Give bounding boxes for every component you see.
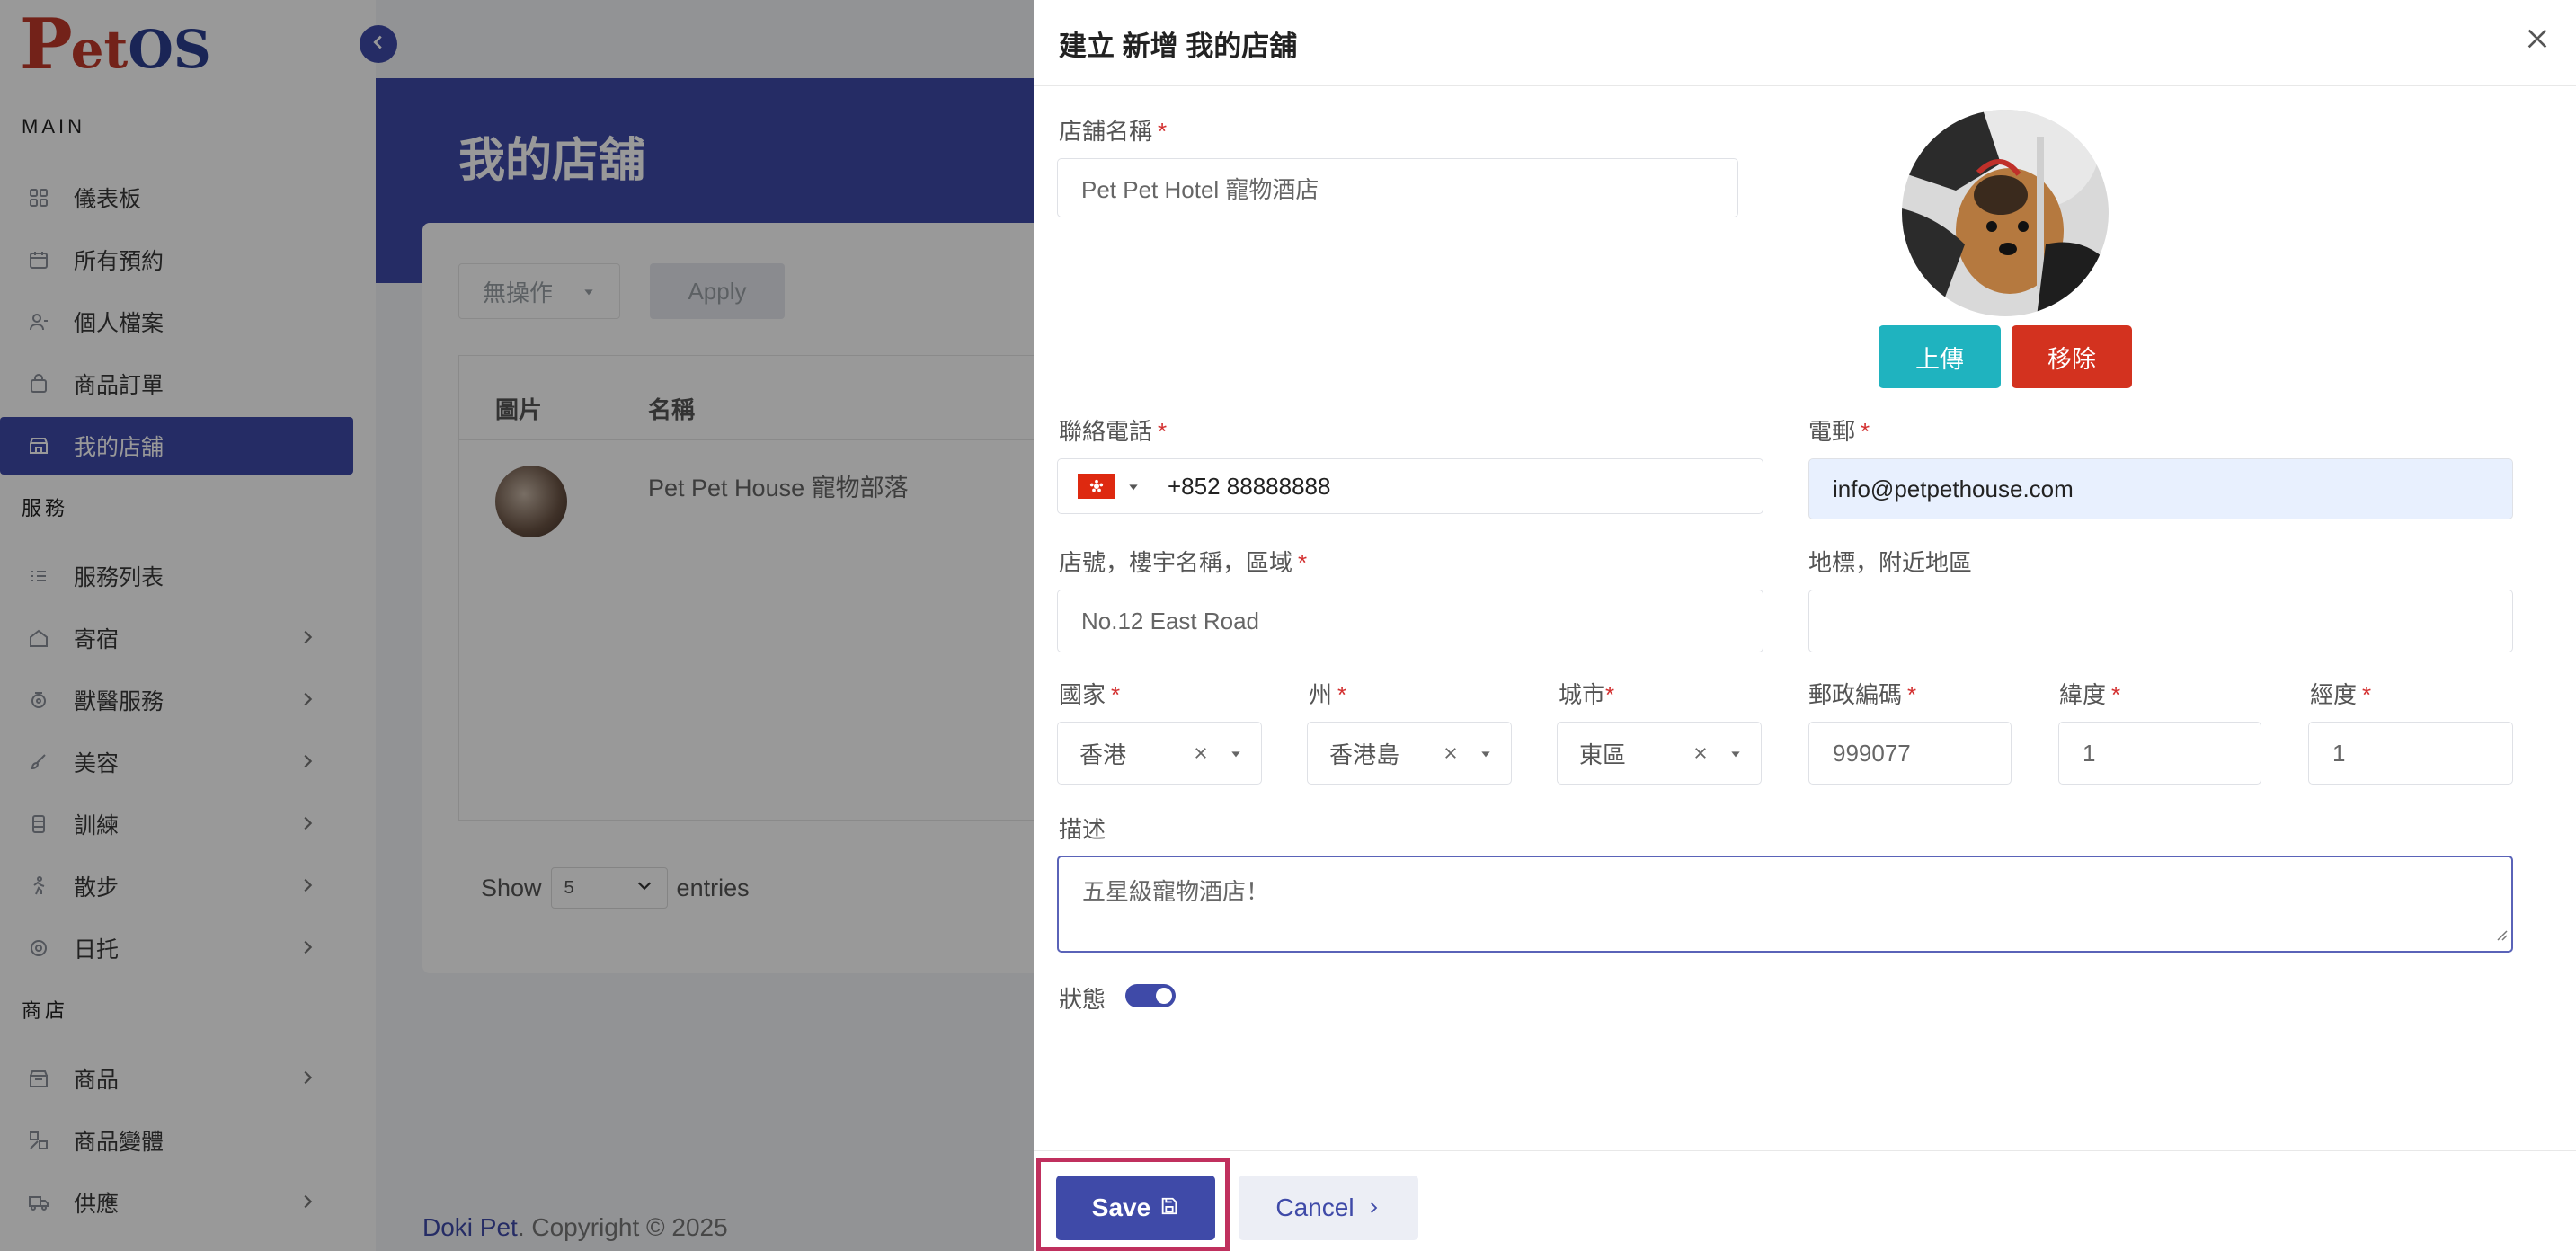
label-text: 緯度	[2059, 681, 2107, 708]
phone-value: +852 88888888	[1168, 472, 1331, 500]
label-text: 店號，樓宇名稱，區域	[1059, 549, 1293, 576]
label-text: 州	[1309, 681, 1333, 708]
email-label: 電郵 *	[1808, 413, 1870, 447]
phone-label: 聯絡電話 *	[1059, 413, 1167, 447]
chevron-right-icon	[1365, 1193, 1381, 1222]
required-mark: *	[1861, 418, 1870, 445]
drawer-header: 建立 新增 我的店舖	[1034, 0, 2576, 86]
required-mark: *	[1337, 681, 1347, 708]
country-select[interactable]: 香港	[1057, 722, 1262, 785]
description-label: 描述	[1059, 816, 1106, 843]
city-select[interactable]: 東區	[1557, 722, 1762, 785]
placeholder-text: No.12 East Road	[1081, 607, 1260, 634]
create-shop-drawer: 建立 新增 我的店舖 店舖名稱 * Pet Pet Hotel 寵物酒店 上傳 移…	[1034, 0, 2576, 1251]
label-text: 店舖名稱	[1059, 118, 1153, 145]
label-text: 經度	[2310, 681, 2358, 708]
phone-input[interactable]: +852 88888888	[1057, 458, 1763, 514]
modal-backdrop[interactable]	[0, 0, 1034, 1251]
status-toggle[interactable]	[1125, 984, 1176, 1007]
placeholder-text: Pet Pet Hotel 寵物酒店	[1081, 175, 1319, 203]
close-icon	[2523, 24, 2552, 58]
toggle-knob	[1156, 988, 1172, 1004]
required-mark: *	[2111, 681, 2121, 708]
label-text: 郵政編碼	[1808, 681, 1903, 708]
caret-down-icon	[1728, 740, 1743, 767]
email-value: info@petpethouse.com	[1833, 475, 2074, 502]
caret-down-icon	[1479, 740, 1493, 767]
caret-down-icon	[1229, 740, 1243, 767]
label-text: 國家	[1059, 681, 1106, 708]
description-value: 五星級寵物酒店！	[1082, 878, 1270, 905]
caret-down-icon	[1126, 473, 1141, 501]
required-mark: *	[1158, 118, 1168, 145]
status-label: 狀態	[1059, 986, 1106, 1013]
drawer-title: 建立 新增 我的店舖	[1059, 31, 1298, 62]
required-mark: *	[1907, 681, 1917, 708]
city-value: 東區	[1579, 741, 1627, 768]
longitude-input[interactable]: 1	[2308, 722, 2513, 785]
city-label: 城市*	[1559, 677, 1614, 710]
shop-name-input[interactable]: Pet Pet Hotel 寵物酒店	[1057, 158, 1738, 217]
clear-icon[interactable]	[1443, 740, 1459, 767]
save-button[interactable]: Save	[1056, 1176, 1215, 1240]
landmark-label: 地標，附近地區	[1808, 549, 1973, 576]
latitude-input[interactable]: 1	[2058, 722, 2261, 785]
state-value: 香港島	[1329, 741, 1400, 768]
latitude-label: 緯度 *	[2059, 677, 2120, 710]
postal-code-input[interactable]: 999077	[1808, 722, 2012, 785]
label-text: 城市	[1559, 681, 1606, 708]
postal-code-value: 999077	[1833, 739, 1911, 767]
latitude-value: 1	[2083, 739, 2096, 767]
close-button[interactable]	[2517, 20, 2558, 61]
description-textarea[interactable]: 五星級寵物酒店！	[1057, 856, 2513, 953]
clear-icon[interactable]	[1692, 740, 1709, 767]
remove-button[interactable]: 移除	[2012, 325, 2132, 388]
label-text: 聯絡電話	[1059, 418, 1153, 445]
clear-icon[interactable]	[1193, 740, 1209, 767]
email-input[interactable]: info@petpethouse.com	[1808, 458, 2513, 519]
cancel-label: Cancel	[1275, 1193, 1355, 1221]
required-mark: *	[1111, 681, 1121, 708]
cancel-button[interactable]: Cancel	[1239, 1176, 1418, 1240]
landmark-input[interactable]	[1808, 590, 2513, 652]
state-select[interactable]: 香港島	[1307, 722, 1512, 785]
required-mark: *	[1298, 549, 1308, 576]
state-label: 州 *	[1309, 677, 1346, 710]
shop-name-label: 店舖名稱 *	[1059, 113, 1167, 146]
longitude-label: 經度 *	[2310, 677, 2371, 710]
address-label: 店號，樓宇名稱，區域 *	[1059, 545, 1307, 578]
address-input[interactable]: No.12 East Road	[1057, 590, 1763, 652]
required-mark: *	[2362, 681, 2372, 708]
label-text: 電郵	[1808, 418, 1856, 445]
hong-kong-flag-icon	[1078, 474, 1115, 499]
floppy-disk-icon	[1159, 1193, 1179, 1222]
shop-image-preview	[1902, 110, 2109, 316]
postal-code-label: 郵政編碼 *	[1808, 677, 1916, 710]
drawer-footer: Save Cancel	[1034, 1150, 2576, 1251]
country-value: 香港	[1079, 741, 1127, 768]
save-label: Save	[1091, 1193, 1151, 1221]
required-mark: *	[1158, 418, 1168, 445]
required-mark: *	[1605, 681, 1615, 708]
country-code-select[interactable]	[1078, 473, 1141, 501]
resize-handle-icon[interactable]	[2493, 919, 2508, 947]
longitude-value: 1	[2332, 739, 2346, 767]
country-label: 國家 *	[1059, 677, 1120, 710]
upload-button[interactable]: 上傳	[1879, 325, 2001, 388]
